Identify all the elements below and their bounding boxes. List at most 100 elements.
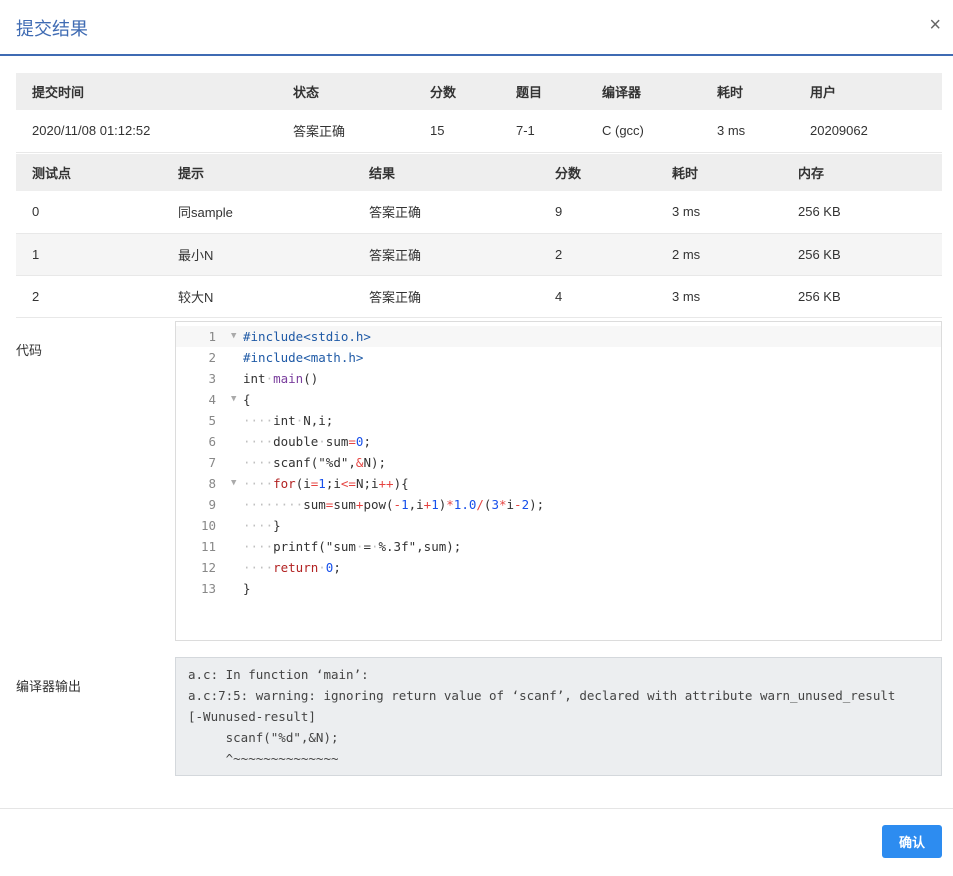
- problem-link[interactable]: 7-1: [500, 110, 586, 153]
- code-line: 12 ····return·0;: [176, 557, 941, 578]
- status-text: 答案正确: [277, 110, 414, 153]
- line-number: 9: [208, 497, 216, 512]
- dialog-title: 提交结果: [16, 19, 88, 39]
- table-row: 1 最小N 答案正确 2 2 ms 256 KB: [16, 233, 942, 276]
- case-id: 0: [16, 191, 162, 234]
- case-memory: 256 KB: [782, 233, 942, 276]
- case-hint: 最小N: [162, 233, 353, 276]
- line-number: 8: [208, 476, 216, 491]
- code-text: }: [243, 581, 251, 596]
- code-line: 10 ····}: [176, 515, 941, 536]
- submit-time: 2020/11/08 01:12:52: [16, 110, 277, 153]
- code-line: 9 ········sum=sum+pow(-1,i+1)*1.0/(3*i-2)…: [176, 494, 941, 515]
- code-line: 2 #include<math.h>: [176, 347, 941, 368]
- compiler-output-line: a.c:7:5: warning: ignoring return value …: [188, 688, 896, 703]
- code-text: ········sum=sum+pow(-1,i+1)*1.0/(3*i-2);: [243, 497, 545, 512]
- code-text: ····for(i=1;i<=N;i++){: [243, 476, 409, 491]
- header-time: 耗时: [656, 154, 782, 191]
- header-case-id: 测试点: [16, 154, 162, 191]
- table-header-row: 测试点 提示 结果 分数 耗时 内存: [16, 154, 942, 191]
- code-text: ····printf("sum·=·%.3f",sum);: [243, 539, 462, 554]
- compiler-output-line: a.c: In function ‘main’:: [188, 667, 369, 682]
- compiler-output-line: scanf("%d",&N);: [188, 730, 339, 745]
- line-number: 13: [200, 581, 216, 596]
- code-text: {: [243, 392, 251, 407]
- user-id: 20209062: [794, 110, 942, 153]
- code-text: ····scanf("%d",&N);: [243, 455, 387, 470]
- submission-result-dialog: 提交结果 × 提交时间 状态 分数 题目 编译器 耗时 用户 2020/11/0…: [0, 0, 953, 876]
- case-result: 答案正确: [353, 233, 539, 276]
- line-number: 12: [200, 560, 216, 575]
- case-score: 2: [539, 233, 656, 276]
- code-text: #include<math.h>: [243, 350, 364, 365]
- confirm-button[interactable]: 确认: [882, 825, 942, 858]
- code-text: #include<stdio.h>: [243, 329, 371, 344]
- header-status: 状态: [277, 73, 414, 110]
- code-line: 1 ▼ #include<stdio.h>: [176, 326, 941, 347]
- line-number: 10: [200, 518, 216, 533]
- line-number: 3: [208, 371, 216, 386]
- code-line: 3 int·main(): [176, 368, 941, 389]
- case-memory: 256 KB: [782, 275, 942, 318]
- compiler-output-textarea[interactable]: a.c: In function ‘main’: a.c:7:5: warnin…: [175, 657, 942, 776]
- code-line: 4 ▼ {: [176, 389, 941, 410]
- case-score: 9: [539, 191, 656, 234]
- fold-arrow-icon[interactable]: ▼: [231, 389, 236, 410]
- case-time: 3 ms: [656, 275, 782, 318]
- header-duration: 耗时: [701, 73, 794, 110]
- line-number: 7: [208, 455, 216, 470]
- code-line: 11 ····printf("sum·=·%.3f",sum);: [176, 536, 941, 557]
- table-row: 0 同sample 答案正确 9 3 ms 256 KB: [16, 191, 942, 234]
- table-row: 2 较大N 答案正确 4 3 ms 256 KB: [16, 275, 942, 318]
- header-problem: 题目: [500, 73, 586, 110]
- score: 15: [414, 110, 500, 153]
- code-text: ····double·sum=0;: [243, 434, 371, 449]
- header-score: 分数: [539, 154, 656, 191]
- header-memory: 内存: [782, 154, 942, 191]
- code-line: 5 ····int·N,i;: [176, 410, 941, 431]
- code-line: 6 ····double·sum=0;: [176, 431, 941, 452]
- case-hint: 同sample: [162, 191, 353, 234]
- header-hint: 提示: [162, 154, 353, 191]
- dialog-header: 提交结果 ×: [0, 0, 953, 56]
- code-text: ····return·0;: [243, 560, 341, 575]
- code-editor[interactable]: 1 ▼ #include<stdio.h> 2 #include<math.h> 3 int…: [175, 321, 942, 641]
- line-number: 11: [200, 539, 216, 554]
- case-hint: 较大N: [162, 275, 353, 318]
- table-row: 2020/11/08 01:12:52 答案正确 15 7-1 C (gcc) …: [16, 110, 942, 153]
- code-line: 13}: [176, 578, 941, 599]
- header-result: 结果: [353, 154, 539, 191]
- fold-arrow-icon[interactable]: ▼: [231, 473, 236, 494]
- line-number: 5: [208, 413, 216, 428]
- code-text: ····}: [243, 518, 281, 533]
- case-result: 答案正确: [353, 191, 539, 234]
- close-icon[interactable]: ×: [929, 12, 941, 38]
- case-score: 4: [539, 275, 656, 318]
- line-number: 1: [208, 329, 216, 344]
- code-text: int·main(): [243, 371, 319, 386]
- header-compiler: 编译器: [586, 73, 701, 110]
- compiler: C (gcc): [586, 110, 701, 153]
- code-line: 7 ····scanf("%d",&N);: [176, 452, 941, 473]
- case-id: 2: [16, 275, 162, 318]
- duration: 3 ms: [701, 110, 794, 153]
- header-user: 用户: [794, 73, 942, 110]
- fold-arrow-icon[interactable]: ▼: [231, 326, 236, 347]
- case-time: 2 ms: [656, 233, 782, 276]
- compiler-output-label: 编译器输出: [16, 679, 82, 694]
- test-cases-table: 测试点 提示 结果 分数 耗时 内存 0 同sample 答案正确 9 3 ms…: [16, 154, 942, 318]
- compiler-output-line: [-Wunused-result]: [188, 709, 316, 724]
- line-number: 6: [208, 434, 216, 449]
- code-line: 8 ▼ ····for(i=1;i<=N;i++){: [176, 473, 941, 494]
- line-number: 2: [208, 350, 216, 365]
- compiler-output-line: ^~~~~~~~~~~~~~~: [188, 751, 339, 766]
- code-text: ····int·N,i;: [243, 413, 334, 428]
- case-time: 3 ms: [656, 191, 782, 234]
- case-id: 1: [16, 233, 162, 276]
- line-number: 4: [208, 392, 216, 407]
- code-label: 代码: [16, 343, 43, 358]
- table-header-row: 提交时间 状态 分数 题目 编译器 耗时 用户: [16, 73, 942, 110]
- dialog-footer: 确认: [0, 808, 953, 876]
- case-memory: 256 KB: [782, 191, 942, 234]
- header-score: 分数: [414, 73, 500, 110]
